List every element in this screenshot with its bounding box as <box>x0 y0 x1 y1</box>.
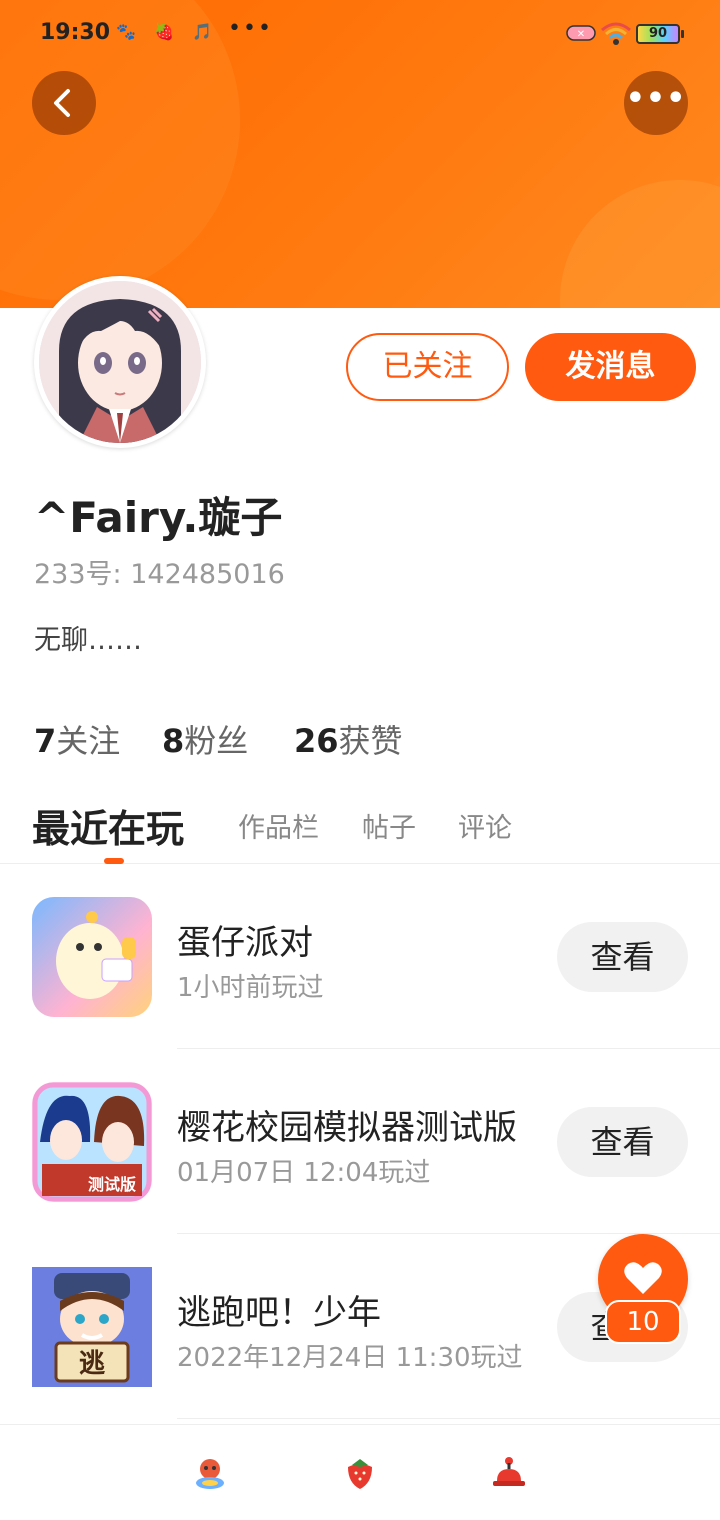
chevron-left-icon <box>54 89 70 117</box>
send-message-button[interactable]: 发消息 <box>525 333 696 401</box>
last-played-time: 1小时前玩过 <box>177 973 324 1003</box>
battery-indicator: 90 <box>636 24 684 44</box>
user-id: 233号: 142485016 <box>34 559 285 590</box>
more-notifications-icon: ••• <box>228 16 273 41</box>
last-played-time: 01月07日 12:04玩过 <box>177 1158 431 1188</box>
stat-number: 7 <box>34 722 57 760</box>
divider <box>177 1418 720 1419</box>
like-count-badge: 10 <box>605 1300 681 1344</box>
active-tab-indicator <box>104 858 124 864</box>
user-bio: 无聊…… <box>34 625 142 656</box>
tab-posts[interactable]: 帖子 <box>362 806 416 845</box>
stat-number: 26 <box>294 722 339 760</box>
bottom-nav <box>0 1424 720 1520</box>
stat-followers[interactable]: 8粉丝 <box>162 716 248 762</box>
stat-label: 获赞 <box>338 722 403 760</box>
back-button[interactable] <box>32 71 96 135</box>
stat-number: 8 <box>162 722 185 760</box>
status-time: 19:30 <box>40 20 111 45</box>
banner-decoration <box>560 180 720 308</box>
game-icon: 测试版 <box>32 1082 152 1202</box>
strawberry-icon[interactable] <box>342 1455 378 1491</box>
tab-recently-played[interactable]: 最近在玩 <box>32 798 184 853</box>
stat-likes[interactable]: 26获赞 <box>294 716 403 762</box>
icon-text: 逃 <box>79 1349 105 1379</box>
svg-text:✕: ✕ <box>577 29 585 40</box>
game-icon <box>32 897 152 1017</box>
profile-tabs: 最近在玩 作品栏 帖子 评论 <box>0 790 720 864</box>
stat-following[interactable]: 7关注 <box>34 716 120 762</box>
wifi-icon <box>600 20 632 50</box>
view-button[interactable]: 查看 <box>557 922 688 992</box>
status-bar: 19:30 🐾 🍓 🎵 ••• ✕ 90 <box>0 14 720 54</box>
strawberry-notification-icon: 🍓 <box>154 22 174 41</box>
notification-icon: 🐾 <box>116 22 136 41</box>
more-options-button[interactable]: ••• <box>624 71 688 135</box>
profile-header-banner: 19:30 🐾 🍓 🎵 ••• ✕ 90 ••• <box>0 0 720 308</box>
stat-label: 粉丝 <box>184 722 249 760</box>
icon-text: 测试版 <box>88 1175 136 1194</box>
avatar[interactable] <box>34 276 206 448</box>
heart-icon <box>624 1262 662 1294</box>
game-title: 樱花校园模拟器测试版 <box>177 1108 517 1148</box>
divider <box>177 1048 720 1049</box>
view-button[interactable]: 查看 <box>557 1107 688 1177</box>
game-title: 蛋仔派对 <box>177 923 313 963</box>
list-item[interactable]: 蛋仔派对 1小时前玩过 查看 <box>0 865 720 1049</box>
music-notification-icon: 🎵 <box>192 22 212 41</box>
tab-works[interactable]: 作品栏 <box>238 806 319 845</box>
game-title: 逃跑吧！少年 <box>177 1293 381 1333</box>
following-button[interactable]: 已关注 <box>346 333 509 401</box>
username: ^Fairy.璇子 <box>34 493 283 542</box>
last-played-time: 2022年12月24日 11:30玩过 <box>177 1343 523 1373</box>
game-icon: 逃 <box>32 1267 152 1387</box>
more-horizontal-icon: ••• <box>625 81 687 116</box>
alarm-icon: ✕ <box>566 24 596 46</box>
list-item[interactable]: 测试版 樱花校园模拟器测试版 01月07日 12:04玩过 查看 <box>0 1050 720 1234</box>
hat-icon[interactable] <box>491 1455 527 1491</box>
stat-label: 关注 <box>56 722 121 760</box>
tab-comments[interactable]: 评论 <box>458 806 512 845</box>
character-icon[interactable] <box>192 1455 228 1491</box>
